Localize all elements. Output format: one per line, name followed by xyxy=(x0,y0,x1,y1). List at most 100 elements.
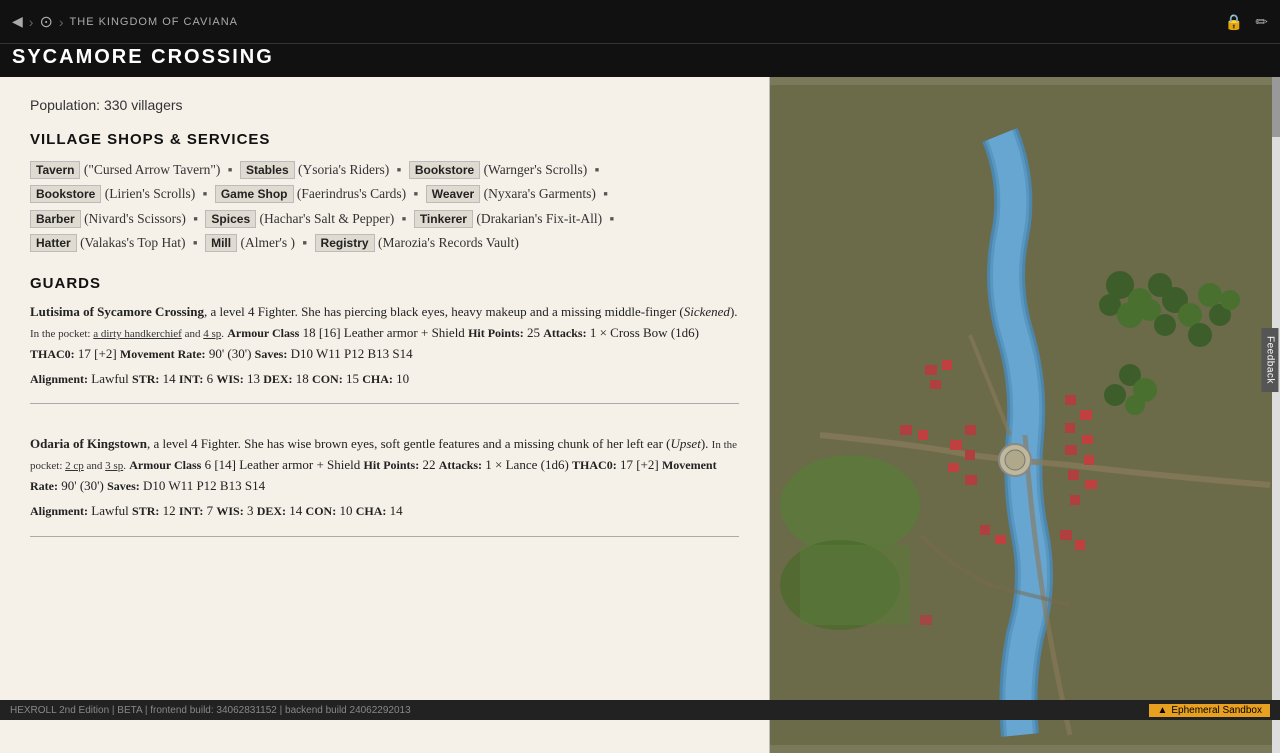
sep4: ▪ xyxy=(203,186,208,201)
guard2-align: Lawful xyxy=(91,503,129,518)
map-panel[interactable]: Feedback xyxy=(770,77,1280,753)
guard2-attacks-label: Attacks: xyxy=(439,458,482,472)
warning-text: Ephemeral Sandbox xyxy=(1171,705,1262,716)
shop-name-gameshop: (Faerindrus's Cards) xyxy=(297,186,406,201)
guard1-str-label: STR: xyxy=(132,372,159,386)
guard1-hp: 25 xyxy=(527,325,540,340)
warning-icon: ▲ xyxy=(1157,705,1167,716)
guard2-str-label: STR: xyxy=(132,504,159,518)
guard1-con: 15 xyxy=(346,371,359,386)
shop-type-barber[interactable]: Barber xyxy=(30,210,81,228)
guard1-attacks-label: Attacks: xyxy=(543,326,586,340)
statusbar-text: HEXROLL 2nd Edition | BETA | frontend bu… xyxy=(10,705,411,716)
guards-section-title: GUARDS xyxy=(30,275,739,292)
shop-name-tinkerer: (Drakarian's Fix-it-All) xyxy=(476,211,602,226)
guard1-ac: 18 [16] Leather armor + Shield xyxy=(303,325,465,340)
sep11: ▪ xyxy=(302,235,307,250)
guard1-wis: 13 xyxy=(247,371,260,386)
guard1-cha: 10 xyxy=(396,371,409,386)
sep3: ▪ xyxy=(595,162,600,177)
shop-name-bookstore2: (Lirien's Scrolls) xyxy=(105,186,196,201)
sep1: ▪ xyxy=(228,162,233,177)
guard2-ac-label: Armour Class xyxy=(129,458,201,472)
shop-name-bookstore1: (Warnger's Scrolls) xyxy=(484,162,588,177)
shop-type-bookstore1[interactable]: Bookstore xyxy=(409,161,480,179)
guard1-int: 6 xyxy=(207,371,214,386)
guard1-saves-label: Saves: xyxy=(255,347,288,361)
guard1-cha-label: CHA: xyxy=(362,372,393,386)
guard2-dex: 14 xyxy=(289,503,302,518)
guard2-saves-label: Saves: xyxy=(107,479,140,493)
guard2-hp: 22 xyxy=(422,457,435,472)
guard2-hp-label: Hit Points: xyxy=(364,458,420,472)
page-title: SYCAMORE CROSSING xyxy=(12,46,274,68)
sep5: ▪ xyxy=(414,186,419,201)
sep6: ▪ xyxy=(603,186,608,201)
feedback-tab[interactable]: Feedback xyxy=(1262,328,1279,392)
scroll-thumb[interactable] xyxy=(1272,77,1280,137)
shop-type-registry[interactable]: Registry xyxy=(315,234,375,252)
left-panel: Population: 330 villagers VILLAGE SHOPS … xyxy=(0,77,770,753)
guard-divider-1 xyxy=(30,403,739,404)
guard1-con-label: CON: xyxy=(312,372,343,386)
guard2-cha: 14 xyxy=(390,503,403,518)
nav-icons: ◀ › ⊙ › THE KINGDOM OF CAVIANA xyxy=(12,12,238,32)
sep8: ▪ xyxy=(402,211,407,226)
edit-icon[interactable]: ✏ xyxy=(1255,13,1268,31)
shop-type-stables[interactable]: Stables xyxy=(240,161,295,179)
shop-type-tinkerer[interactable]: Tinkerer xyxy=(414,210,473,228)
guard1-attacks: 1 × Cross Bow (1d6) xyxy=(590,325,699,340)
shop-type-gameshop[interactable]: Game Shop xyxy=(215,185,294,203)
shop-type-weaver[interactable]: Weaver xyxy=(426,185,480,203)
lock-icon[interactable]: 🔒 xyxy=(1225,13,1244,31)
shop-type-hatter[interactable]: Hatter xyxy=(30,234,77,252)
guard2-con-label: CON: xyxy=(306,504,337,518)
guard-1: Lutisima of Sycamore Crossing, a level 4… xyxy=(30,302,739,389)
statusbar: HEXROLL 2nd Edition | BETA | frontend bu… xyxy=(0,700,1280,720)
guard1-dex-label: DEX: xyxy=(263,372,292,386)
guard2-dex-label: DEX: xyxy=(257,504,286,518)
shop-type-tavern[interactable]: Tavern xyxy=(30,161,80,179)
guard1-hp-label: Hit Points: xyxy=(468,326,524,340)
scroll-indicator[interactable] xyxy=(1272,77,1280,753)
shop-name-stables: (Ysoria's Riders) xyxy=(298,162,389,177)
shop-name-spices: (Hachar's Salt & Pepper) xyxy=(260,211,395,226)
guard2-int-label: INT: xyxy=(179,504,203,518)
guard1-wis-label: WIS: xyxy=(216,372,243,386)
guard2-cha-label: CHA: xyxy=(356,504,387,518)
guard2-ac: 6 [14] Leather armor + Shield xyxy=(205,457,361,472)
guard2-attacks: 1 × Lance (1d6) xyxy=(485,457,569,472)
guard2-con: 10 xyxy=(339,503,352,518)
guard2-mv: 90' (30') xyxy=(61,478,104,493)
guard1-thac0: 17 [+2] xyxy=(78,346,117,361)
shop-type-bookstore2[interactable]: Bookstore xyxy=(30,185,101,203)
kingdom-icon[interactable]: ⊙ xyxy=(39,12,52,32)
guard1-saves: D10 W11 P12 B13 S14 xyxy=(291,346,413,361)
shop-type-spices[interactable]: Spices xyxy=(205,210,256,228)
back-icon[interactable]: ◀ xyxy=(12,13,23,30)
guard2-thac0-label: THAC0: xyxy=(572,458,617,472)
guard1-mv-label: Movement Rate: xyxy=(120,347,206,361)
guard1-mv: 90' (30') xyxy=(209,346,252,361)
guard2-wis: 3 xyxy=(247,503,254,518)
sep2: ▪ xyxy=(397,162,402,177)
shop-type-mill[interactable]: Mill xyxy=(205,234,237,252)
guard1-align: Lawful xyxy=(91,371,129,386)
guard2-wis-label: WIS: xyxy=(216,504,243,518)
guard1-name: Lutisima of Sycamore Crossing xyxy=(30,304,204,319)
breadcrumb-sep: › xyxy=(29,14,34,30)
population: Population: 330 villagers xyxy=(30,97,739,113)
guard1-thac0-label: THAC0: xyxy=(30,347,75,361)
shops-list: Tavern ("Cursed Arrow Tavern") ▪ Stables… xyxy=(30,158,739,255)
guard2-str: 12 xyxy=(163,503,176,518)
guard2-saves: D10 W11 P12 B13 S14 xyxy=(143,478,265,493)
sep7: ▪ xyxy=(193,211,198,226)
breadcrumb-sep2: › xyxy=(59,14,64,30)
map-svg[interactable] xyxy=(770,77,1280,753)
sep10: ▪ xyxy=(193,235,198,250)
shop-name-barber: (Nivard's Scissors) xyxy=(84,211,186,226)
shop-name-registry: (Marozia's Records Vault) xyxy=(378,235,519,250)
topbar-actions: 🔒 ✏ xyxy=(1225,13,1268,31)
ephemeral-warning: ▲ Ephemeral Sandbox xyxy=(1149,704,1270,717)
guard1-int-label: INT: xyxy=(179,372,203,386)
